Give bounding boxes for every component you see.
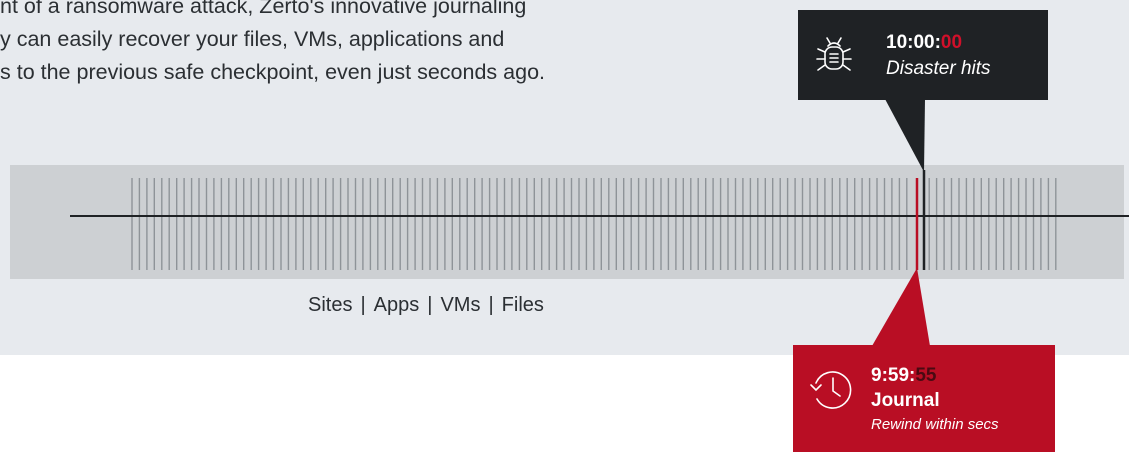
journal-time-main: 9:59:	[871, 365, 916, 386]
journal-text: 9:59:55 Journal Rewind within secs	[871, 365, 999, 433]
journal-time: 9:59:55	[871, 365, 999, 387]
history-clock-icon	[807, 365, 857, 420]
disaster-time: 10:00:00	[886, 32, 991, 54]
disaster-callout-pointer	[885, 99, 925, 172]
journal-callout-pointer	[872, 268, 930, 346]
disaster-callout: 10:00:00 Disaster hits	[798, 10, 1048, 100]
journal-callout: 9:59:55 Journal Rewind within secs	[793, 345, 1055, 452]
disaster-label: Disaster hits	[886, 58, 991, 79]
bug-icon	[814, 32, 854, 83]
journal-title: Journal	[871, 390, 940, 411]
disaster-time-main: 10:00:	[886, 32, 941, 53]
journal-time-seconds: 55	[915, 365, 937, 386]
journal-subtitle: Rewind within secs	[871, 416, 999, 433]
disaster-time-seconds: 00	[940, 32, 963, 53]
disaster-text: 10:00:00 Disaster hits	[886, 32, 991, 80]
